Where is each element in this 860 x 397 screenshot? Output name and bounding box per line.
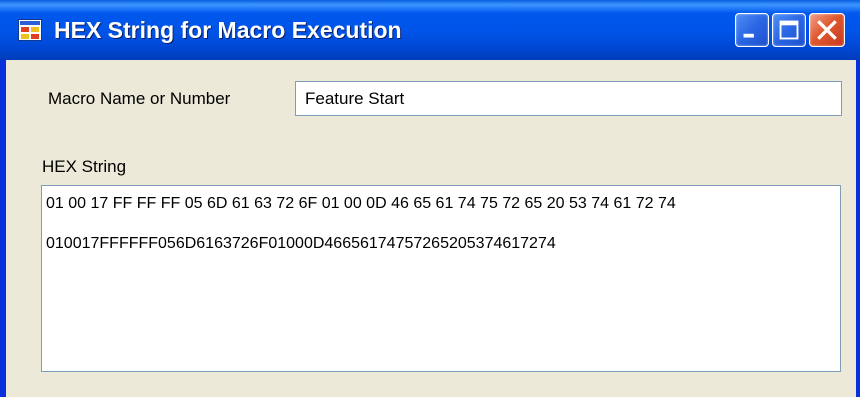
hex-string-label: HEX String [42, 157, 127, 176]
close-icon [817, 20, 837, 40]
macro-name-input[interactable] [295, 81, 842, 116]
app-window-icon[interactable] [18, 19, 42, 41]
minimize-button[interactable] [735, 13, 769, 47]
macro-name-label: Macro Name or Number [48, 89, 231, 108]
dialog-body: Macro Name or Number HEX String 01 00 17… [6, 60, 856, 397]
macro-hex-window: HEX String for Macro Execution Macro Nam… [0, 0, 860, 397]
window-title: HEX String for Macro Execution [54, 17, 402, 43]
maximize-button[interactable] [772, 13, 806, 47]
minimize-icon [743, 33, 754, 38]
hex-string-textarea[interactable]: 01 00 17 FF FF FF 05 6D 61 63 72 6F 01 0… [41, 185, 841, 372]
title-bar[interactable]: HEX String for Macro Execution [0, 0, 860, 60]
close-button[interactable] [809, 13, 845, 47]
hex-spaced-text: 01 00 17 FF FF FF 05 6D 61 63 72 6F 01 0… [46, 195, 676, 212]
maximize-icon [779, 20, 799, 40]
hex-compact-text: 010017FFFFFF056D6163726F01000D4665617475… [46, 235, 556, 252]
hex-blank-line [46, 214, 836, 234]
